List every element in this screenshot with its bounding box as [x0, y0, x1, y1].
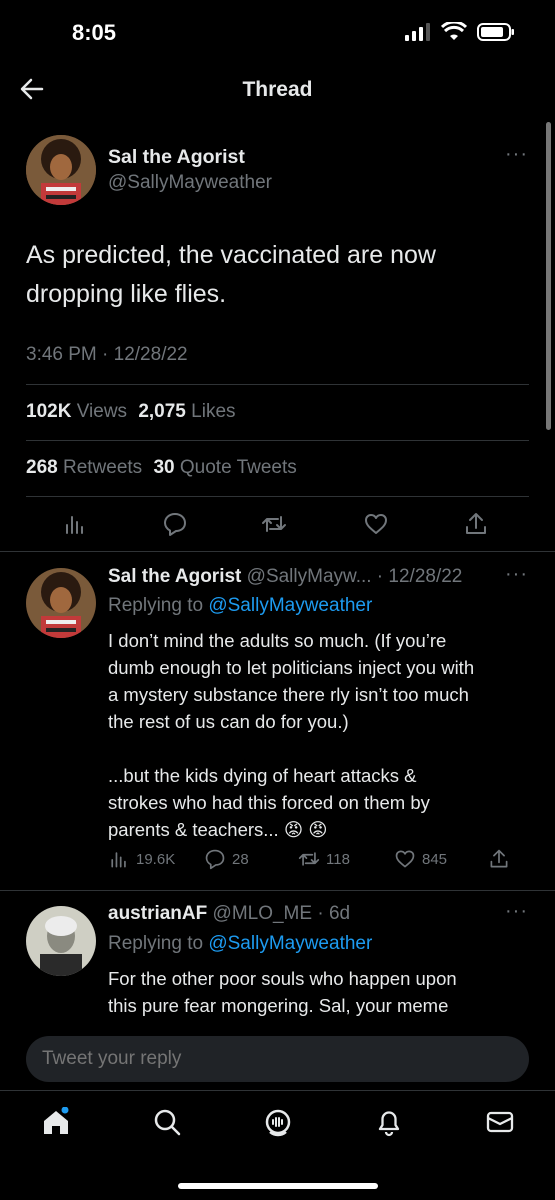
more-dots-icon[interactable]: ··· — [505, 900, 528, 923]
divider — [0, 890, 555, 891]
avatar[interactable] — [26, 568, 96, 638]
home-icon — [44, 1106, 69, 1134]
reply-compose[interactable] — [26, 1036, 529, 1082]
reply-text-line: the rest of us can do for you.) — [108, 711, 349, 732]
views-action[interactable]: 19.6K — [108, 848, 175, 870]
reply-text-line: I don’t mind the adults so much. (If you… — [108, 630, 447, 651]
replying-to: Replying to @SallyMayweather — [108, 595, 372, 617]
author-name[interactable]: Sal the Agorist — [108, 566, 241, 587]
reply-text-line: dumb enough to let politicians inject yo… — [108, 657, 475, 678]
retweet-icon — [298, 852, 320, 866]
status-bar: 8:05 — [0, 0, 555, 60]
reply-text-line: parents & teachers... 😡 😡 — [108, 819, 328, 840]
bar-chart-icon — [111, 852, 126, 868]
spaces-icon — [265, 1109, 291, 1137]
battery-icon — [477, 23, 514, 41]
retweet-count: 118 — [326, 850, 350, 868]
home-indicator[interactable] — [178, 1183, 378, 1189]
quotes-label[interactable]: Quote Tweets — [180, 457, 297, 478]
reply-text-line: ...but the kids dying of heart attacks & — [108, 765, 417, 786]
mail-icon — [486, 1111, 514, 1133]
likes-count[interactable]: 2,075 — [138, 401, 186, 422]
retweet-icon[interactable] — [261, 511, 287, 537]
views-likes-row: 102K Views 2,075 Likes — [26, 401, 236, 423]
author-handle-date[interactable]: @SallyMayw... · 12/28/22 — [247, 566, 463, 587]
speech-bubble-icon — [205, 849, 225, 870]
like-count: 845 — [422, 850, 448, 868]
tweet-text: As predicted, the vaccinated are now dro… — [26, 236, 536, 314]
reply-input[interactable] — [42, 1048, 502, 1070]
page-title: Thread — [242, 78, 313, 101]
retweets-quotes-row: 268 Retweets 30 Quote Tweets — [26, 457, 297, 479]
tab-notifications[interactable] — [374, 1107, 404, 1137]
quotes-count[interactable]: 30 — [153, 457, 174, 478]
avatar[interactable] — [26, 135, 96, 205]
status-time: 8:05 — [72, 20, 117, 45]
divider — [26, 496, 529, 497]
views-count: 19.6K — [136, 850, 176, 868]
signal-icon — [405, 23, 430, 41]
reply-header: Sal the Agorist @SallyMayw... · 12/28/22 — [108, 566, 462, 588]
retweet-action[interactable]: 118 — [298, 848, 350, 870]
tweet-timestamp[interactable]: 3:46 PM · 12/28/22 — [26, 344, 188, 366]
more-dots-icon[interactable]: ··· — [505, 143, 528, 166]
reply-text-line: strokes who had this forced on them by — [108, 792, 430, 813]
reply-action[interactable]: 28 — [204, 848, 249, 870]
replying-handle-link[interactable]: @SallyMayweather — [208, 933, 372, 954]
views-label: Views — [76, 401, 128, 422]
thread-header: Thread — [0, 60, 555, 118]
share-icon[interactable] — [463, 511, 489, 537]
tweet-text-line: dropping like flies. — [26, 280, 227, 308]
replying-prefix: Replying to — [108, 595, 204, 616]
author-name[interactable]: Sal the Agorist — [108, 146, 245, 169]
reply-header: austrianAF @MLO_ME · 6d — [108, 903, 350, 925]
reply-text: For the other poor souls who happen upon… — [108, 965, 528, 1019]
reply-text-line: this pure fear mongering. Sal, your meme — [108, 995, 449, 1016]
tab-home[interactable] — [41, 1106, 71, 1137]
heart-icon — [395, 850, 415, 868]
reply-text-line: For the other poor souls who happen upon — [108, 968, 457, 989]
tab-messages[interactable] — [485, 1107, 515, 1137]
author-name[interactable]: austrianAF — [108, 903, 207, 924]
tab-spaces[interactable] — [263, 1107, 293, 1137]
tweet-text-line: As predicted, the vaccinated are now — [26, 241, 436, 269]
replying-to: Replying to @SallyMayweather — [108, 933, 372, 955]
divider — [0, 551, 555, 552]
tab-search[interactable] — [152, 1107, 182, 1137]
wifi-icon — [441, 22, 467, 40]
bar-chart-icon[interactable] — [62, 511, 88, 537]
retweets-count[interactable]: 268 — [26, 457, 58, 478]
replying-prefix: Replying to — [108, 933, 204, 954]
heart-icon[interactable] — [363, 511, 389, 537]
avatar[interactable] — [26, 906, 96, 976]
status-icons — [405, 22, 515, 42]
reply-count: 28 — [232, 850, 249, 868]
divider — [26, 440, 529, 441]
like-action[interactable]: 845 — [394, 848, 447, 870]
views-count: 102K — [26, 401, 72, 422]
search-icon — [154, 1109, 181, 1136]
replying-handle-link[interactable]: @SallyMayweather — [208, 595, 372, 616]
reply-actions: 19.6K 28 118 845 — [108, 848, 528, 874]
author-handle[interactable]: @SallyMayweather — [108, 172, 272, 194]
likes-label[interactable]: Likes — [191, 401, 235, 422]
reply-text: I don’t mind the adults so much. (If you… — [108, 627, 528, 843]
bell-icon — [378, 1111, 400, 1137]
share-icon[interactable] — [488, 848, 510, 870]
retweets-label[interactable]: Retweets — [63, 457, 142, 478]
more-dots-icon[interactable]: ··· — [505, 563, 528, 586]
author-handle-date[interactable]: @MLO_ME · 6d — [213, 903, 351, 924]
divider — [26, 384, 529, 385]
speech-bubble-icon[interactable] — [162, 511, 188, 537]
reply-text-line: a mystery substance there rly isn’t too … — [108, 684, 469, 705]
scrollbar[interactable] — [546, 122, 551, 430]
